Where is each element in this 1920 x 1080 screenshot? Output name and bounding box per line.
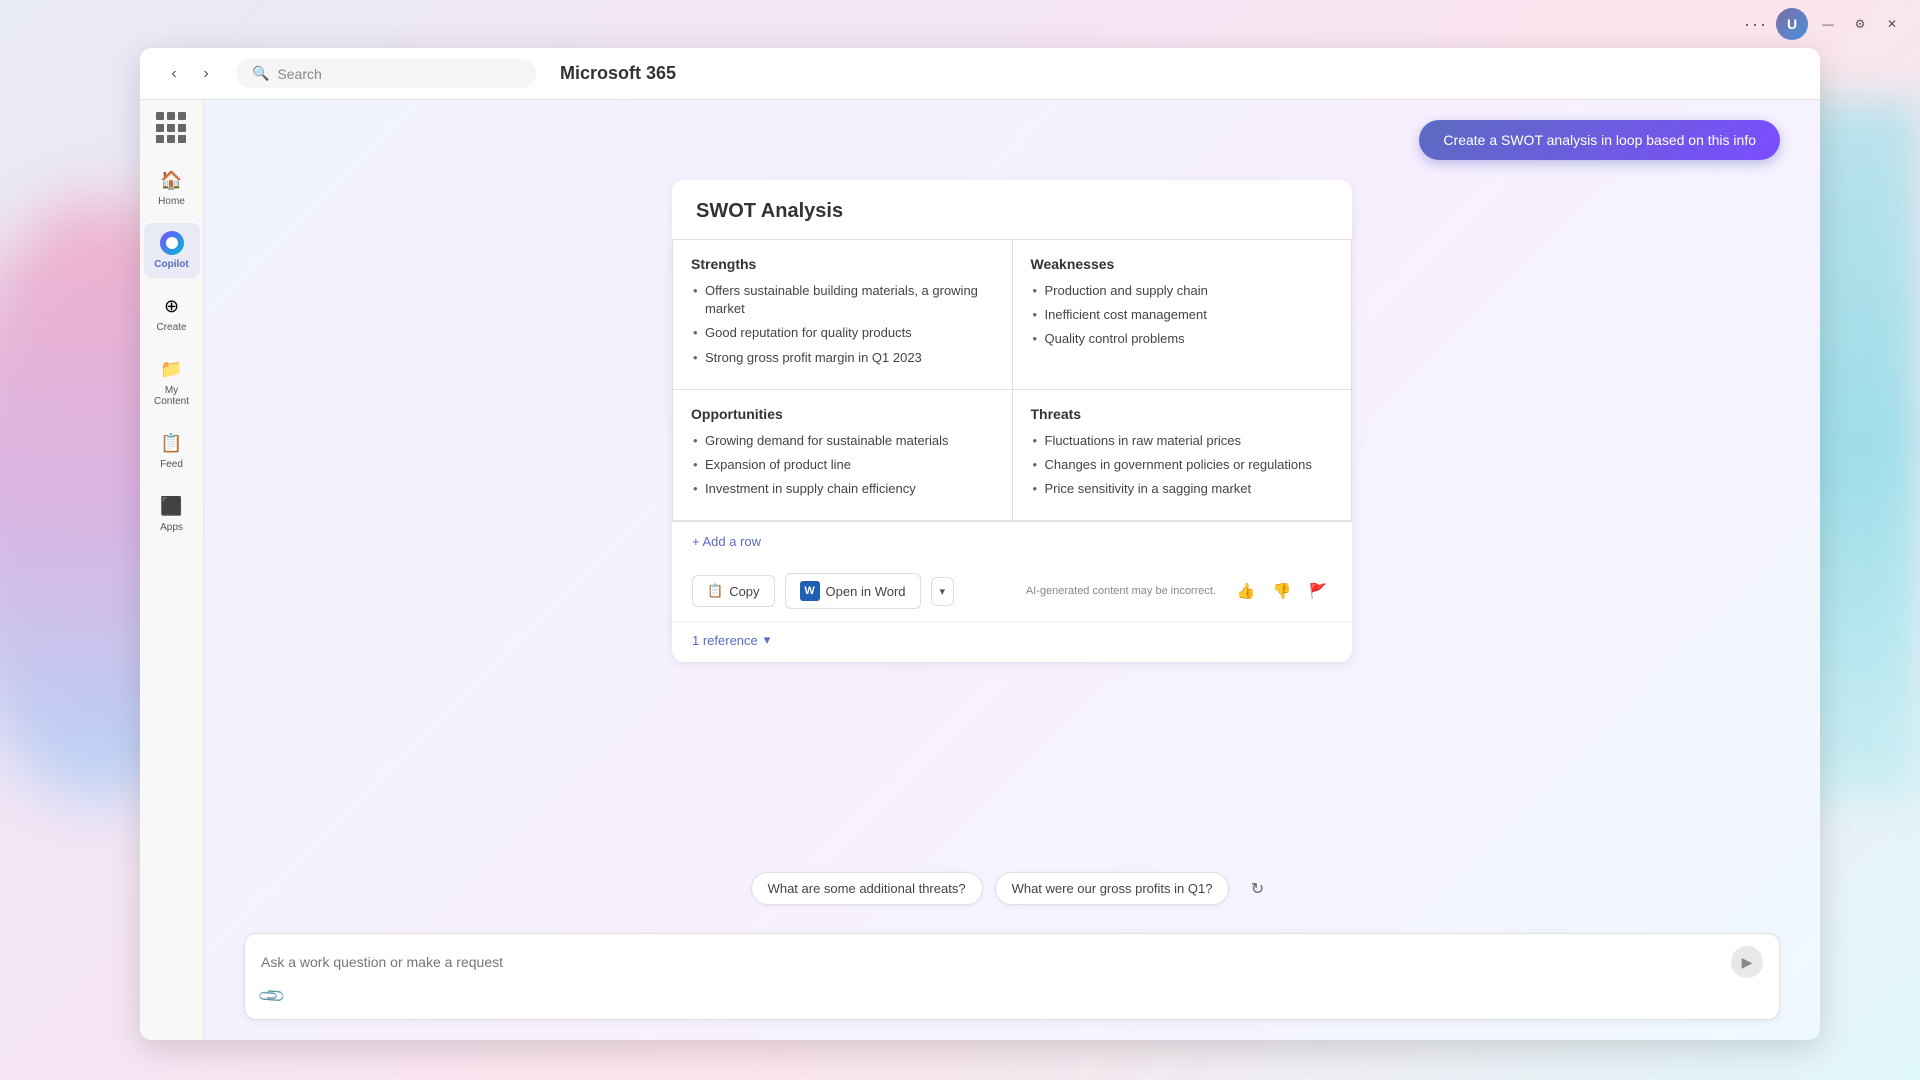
- sidebar-item-home[interactable]: 🏠 Home: [144, 160, 200, 215]
- list-item: Price sensitivity in a sagging market: [1031, 480, 1334, 498]
- sidebar-copilot-label: Copilot: [154, 259, 188, 270]
- strengths-list: Offers sustainable building materials, a…: [691, 282, 994, 367]
- minimize-button[interactable]: —: [1816, 12, 1840, 36]
- list-item: Expansion of product line: [691, 456, 994, 474]
- search-text: Search: [277, 66, 321, 82]
- top-bar: ‹ › 🔍 Search Microsoft 365: [140, 48, 1820, 100]
- suggestion-chip-0[interactable]: What are some additional threats?: [751, 872, 983, 905]
- input-area: ▶ 📎: [204, 921, 1820, 1040]
- main-layout: 🏠 Home Copilot ⊕ Create 📁: [140, 100, 1820, 1040]
- sidebar-item-copilot[interactable]: Copilot: [144, 223, 200, 278]
- refresh-suggestions-button[interactable]: ↻: [1241, 873, 1273, 905]
- feed-icon: 📋: [160, 431, 184, 455]
- feedback-area: AI-generated content may be incorrect. 👍…: [1026, 577, 1332, 605]
- sidebar-item-feed[interactable]: 📋 Feed: [144, 423, 200, 478]
- word-icon: W: [800, 581, 820, 601]
- chat-content: SWOT Analysis Strengths Offers sustainab…: [204, 160, 1820, 856]
- open-word-button[interactable]: W Open in Word: [785, 573, 921, 609]
- settings-button[interactable]: ⚙: [1848, 12, 1872, 36]
- threats-list: Fluctuations in raw material prices Chan…: [1031, 432, 1334, 499]
- word-dropdown-button[interactable]: ▾: [931, 577, 955, 606]
- search-bar[interactable]: 🔍 Search: [236, 59, 536, 88]
- chat-input[interactable]: [261, 954, 1719, 970]
- add-row-button[interactable]: + Add a row: [672, 521, 1352, 561]
- list-item: Strong gross profit margin in Q1 2023: [691, 349, 994, 367]
- forward-button[interactable]: ›: [192, 60, 220, 88]
- my-content-icon: 📁: [160, 357, 184, 381]
- action-buttons: 📋 Copy W Open in Word ▾: [692, 573, 954, 609]
- list-item: Growing demand for sustainable materials: [691, 432, 994, 450]
- copy-icon: 📋: [707, 583, 723, 599]
- copy-button[interactable]: 📋 Copy: [692, 575, 775, 607]
- titlebar: ··· U — ⚙ ✕: [0, 0, 1920, 48]
- list-item: Production and supply chain: [1031, 282, 1334, 300]
- create-swot-button[interactable]: Create a SWOT analysis in loop based on …: [1419, 120, 1780, 160]
- swot-table: Strengths Offers sustainable building ma…: [672, 239, 1352, 521]
- strengths-title: Strengths: [691, 256, 994, 272]
- user-avatar[interactable]: U: [1776, 8, 1808, 40]
- app-title: Microsoft 365: [560, 63, 676, 84]
- weaknesses-title: Weaknesses: [1031, 256, 1334, 272]
- feedback-icons: 👍 👎 🚩: [1232, 577, 1332, 605]
- reference-chevron: ▾: [764, 632, 771, 648]
- back-button[interactable]: ‹: [160, 60, 188, 88]
- sidebar-apps-label: Apps: [160, 522, 183, 533]
- thumbs-down-button[interactable]: 👎: [1268, 577, 1296, 605]
- sidebar-my-content-label: My Content: [150, 385, 194, 407]
- threats-title: Threats: [1031, 406, 1334, 422]
- opportunities-list: Growing demand for sustainable materials…: [691, 432, 994, 499]
- flag-button[interactable]: 🚩: [1304, 577, 1332, 605]
- weaknesses-list: Production and supply chain Inefficient …: [1031, 282, 1334, 349]
- sidebar-item-apps[interactable]: ⬛ Apps: [144, 486, 200, 541]
- send-button[interactable]: ▶: [1731, 946, 1763, 978]
- list-item: Inefficient cost management: [1031, 306, 1334, 324]
- sidebar-item-my-content[interactable]: 📁 My Content: [144, 349, 200, 415]
- opportunities-cell: Opportunities Growing demand for sustain…: [673, 389, 1013, 521]
- open-word-label: Open in Word: [826, 584, 906, 599]
- list-item: Fluctuations in raw material prices: [1031, 432, 1334, 450]
- app-window: ‹ › 🔍 Search Microsoft 365: [140, 48, 1820, 1040]
- sidebar-item-create[interactable]: ⊕ Create: [144, 286, 200, 341]
- list-item: Changes in government policies or regula…: [1031, 456, 1334, 474]
- weaknesses-cell: Weaknesses Production and supply chain I…: [1012, 240, 1352, 390]
- content-area: Create a SWOT analysis in loop based on …: [204, 100, 1820, 1040]
- opportunities-title: Opportunities: [691, 406, 994, 422]
- list-item: Offers sustainable building materials, a…: [691, 282, 994, 318]
- create-icon: ⊕: [160, 294, 184, 318]
- thumbs-up-button[interactable]: 👍: [1232, 577, 1260, 605]
- copilot-icon: [160, 231, 184, 255]
- suggestion-chip-1[interactable]: What were our gross profits in Q1?: [995, 872, 1230, 905]
- suggestions-row: What are some additional threats? What w…: [204, 856, 1820, 921]
- list-item: Quality control problems: [1031, 330, 1334, 348]
- action-row: 📋 Copy W Open in Word ▾ AI-generated con…: [672, 561, 1352, 621]
- list-item: Good reputation for quality products: [691, 324, 994, 342]
- titlebar-more[interactable]: ···: [1744, 14, 1768, 35]
- threats-cell: Threats Fluctuations in raw material pri…: [1012, 389, 1352, 521]
- apps-icon: ⬛: [160, 494, 184, 518]
- titlebar-controls: ··· U — ⚙ ✕: [1744, 8, 1904, 40]
- attach-icon[interactable]: 📎: [257, 981, 288, 1012]
- copy-label: Copy: [729, 584, 759, 599]
- chat-input-top: ▶: [261, 946, 1763, 978]
- list-item: Investment in supply chain efficiency: [691, 480, 994, 498]
- home-icon: 🏠: [160, 168, 184, 192]
- chat-input-bottom: 📎: [261, 986, 1763, 1007]
- swot-card: SWOT Analysis Strengths Offers sustainab…: [672, 180, 1352, 662]
- sidebar-feed-label: Feed: [160, 459, 183, 470]
- close-button[interactable]: ✕: [1880, 12, 1904, 36]
- sidebar-create-label: Create: [156, 322, 186, 333]
- reference-label: 1 reference: [692, 633, 758, 648]
- nav-arrows: ‹ ›: [160, 60, 220, 88]
- ai-notice: AI-generated content may be incorrect.: [1026, 585, 1216, 597]
- swot-title: SWOT Analysis: [672, 180, 1352, 239]
- search-icon: 🔍: [252, 65, 269, 82]
- reference-button[interactable]: 1 reference ▾: [672, 621, 1352, 662]
- sidebar-grid-icon[interactable]: [156, 112, 188, 144]
- strengths-cell: Strengths Offers sustainable building ma…: [673, 240, 1013, 390]
- sidebar: 🏠 Home Copilot ⊕ Create 📁: [140, 100, 204, 1040]
- chat-input-box: ▶ 📎: [244, 933, 1780, 1020]
- sidebar-home-label: Home: [158, 196, 185, 207]
